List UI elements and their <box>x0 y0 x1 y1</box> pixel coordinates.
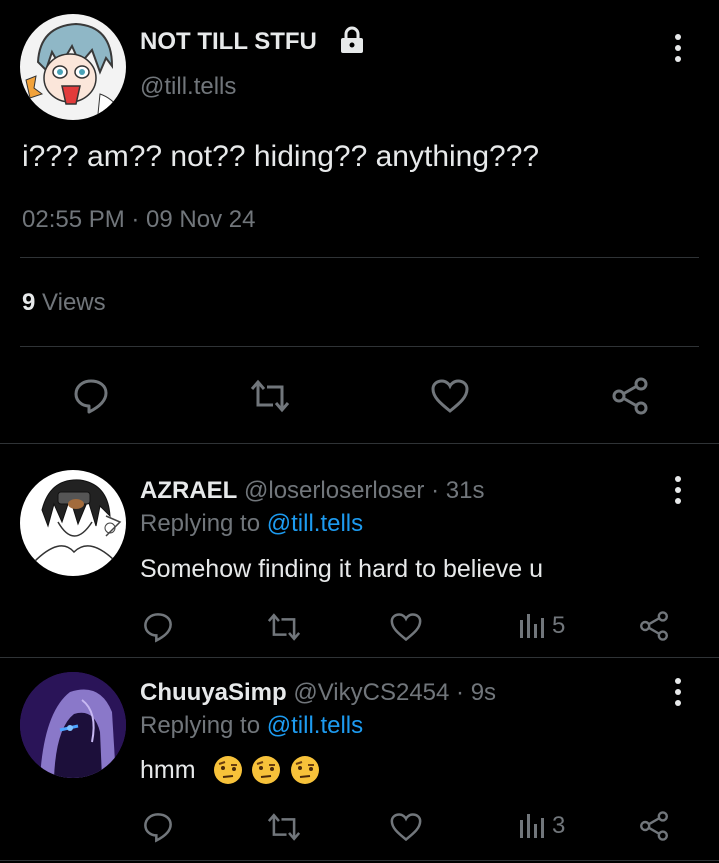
raised-eyebrow-emoji-icon <box>290 755 320 785</box>
replying-to-line: Replying to @till.tells <box>140 510 363 538</box>
divider-reply-1 <box>0 657 719 658</box>
raised-eyebrow-emoji-icon <box>213 755 243 785</box>
views-count: 3 <box>552 812 566 839</box>
reply-icon[interactable] <box>142 811 174 843</box>
main-timestamp[interactable]: 02:55 PM · 09 Nov 24 <box>22 206 255 234</box>
like-icon[interactable] <box>389 612 423 642</box>
views-count: 5 <box>552 612 566 639</box>
raised-eyebrow-emoji-icon <box>251 755 281 785</box>
reply-more-options-icon[interactable] <box>666 674 690 710</box>
share-icon[interactable] <box>638 610 670 642</box>
reply-header: ChuuyaSimp @VikyCS2454 · 9s <box>140 679 496 707</box>
retweet-icon[interactable] <box>266 811 302 843</box>
divider-actions <box>0 443 719 444</box>
main-more-options-icon[interactable] <box>666 30 690 66</box>
reply-more-options-icon[interactable] <box>666 472 690 508</box>
reply-text: hmm <box>140 755 196 784</box>
views-icon[interactable] <box>518 812 546 838</box>
like-icon[interactable] <box>389 812 423 842</box>
replying-to-link[interactable]: @till.tells <box>267 510 363 537</box>
reply-avatar[interactable] <box>20 470 126 576</box>
reply-time: · 31s <box>431 477 485 504</box>
replying-to-link[interactable]: @till.tells <box>267 712 363 739</box>
divider-views <box>20 346 699 347</box>
reply-icon[interactable] <box>142 611 174 643</box>
main-avatar[interactable] <box>20 14 126 120</box>
views-label: Views <box>42 289 106 316</box>
reply-avatar[interactable] <box>20 672 126 778</box>
reply-text: Somehow finding it hard to believe u <box>140 555 544 583</box>
replying-to-label: Replying to <box>140 510 261 537</box>
main-display-name[interactable]: NOT TILL STFU <box>140 28 317 56</box>
reply-handle[interactable]: @loserloserloser <box>244 477 424 504</box>
retweet-icon[interactable] <box>249 377 291 415</box>
divider-top <box>20 257 699 258</box>
reply-handle[interactable]: @VikyCS2454 <box>293 679 449 706</box>
views-icon[interactable] <box>518 612 546 638</box>
replying-to-line: Replying to @till.tells <box>140 712 363 740</box>
main-handle[interactable]: @till.tells <box>140 73 236 101</box>
lock-icon <box>338 25 366 55</box>
retweet-icon[interactable] <box>266 611 302 643</box>
share-icon[interactable] <box>610 376 650 416</box>
divider-bottom <box>0 860 719 861</box>
views-row[interactable]: 9 Views <box>22 289 106 317</box>
reply-text-row: hmm <box>140 755 322 785</box>
reply-display-name[interactable]: AZRAEL <box>140 477 237 504</box>
main-tweet-text: i??? am?? not?? hiding?? anything??? <box>22 140 540 173</box>
share-icon[interactable] <box>638 810 670 842</box>
views-count: 9 <box>22 289 36 316</box>
reply-header: AZRAEL @loserloserloser · 31s <box>140 477 484 505</box>
reply-display-name[interactable]: ChuuyaSimp <box>140 679 287 706</box>
replying-to-label: Replying to <box>140 712 261 739</box>
like-icon[interactable] <box>430 378 470 414</box>
reply-icon[interactable] <box>72 377 110 415</box>
reply-time: · 9s <box>456 679 497 706</box>
